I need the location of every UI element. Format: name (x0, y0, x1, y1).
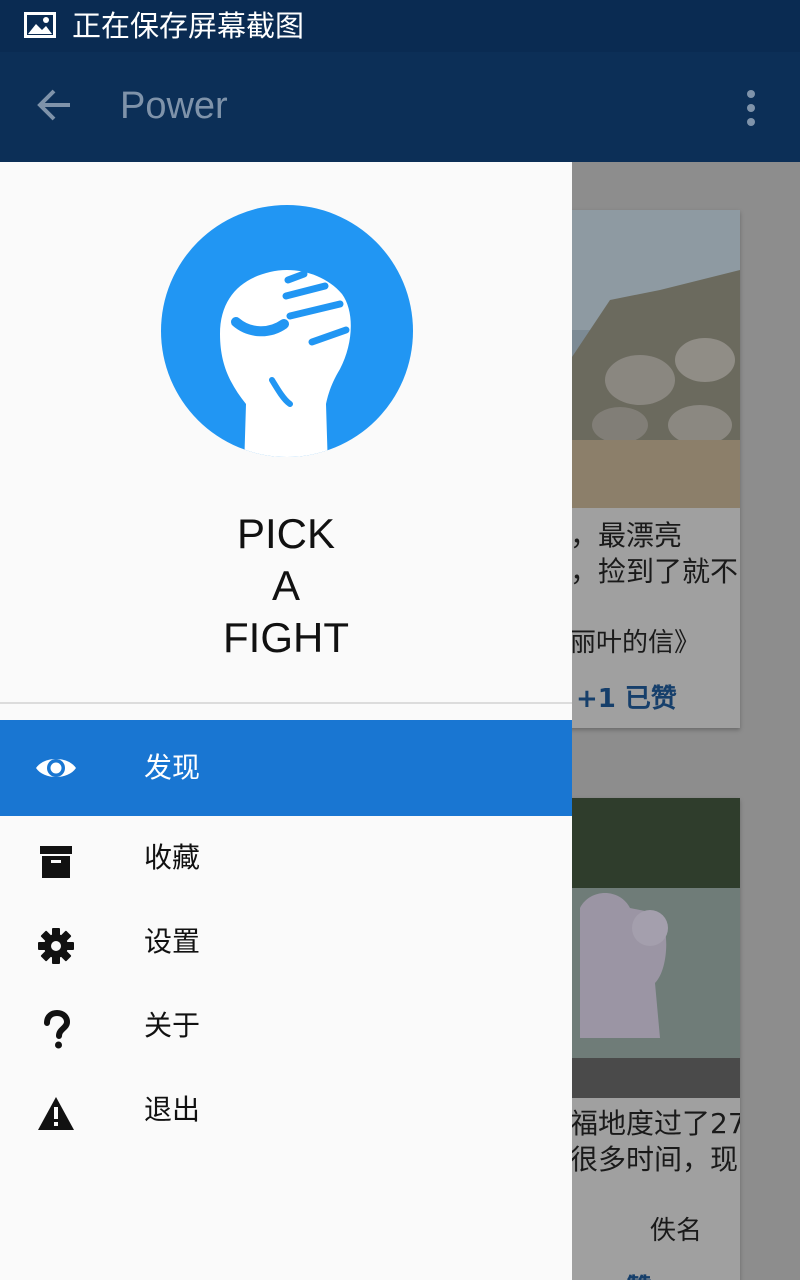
card-title: 福地度过了27 (570, 1107, 740, 1140)
divider (0, 702, 572, 704)
menu-item-discover[interactable]: 发现 (0, 720, 572, 816)
brand-name: PICK A FIGHT (0, 508, 572, 664)
brand-line: PICK (236, 510, 336, 557)
drawer-menu: 发现 收藏 设置 关于 退出 (0, 720, 572, 1152)
card-title: ，最漂亮 (570, 519, 683, 552)
more-vert-icon[interactable] (744, 88, 758, 128)
image-icon (24, 12, 56, 38)
menu-item-label: 关于 (144, 1009, 201, 1042)
archive-icon (40, 846, 72, 878)
eye-icon (36, 759, 76, 777)
raised-fist-icon (161, 205, 413, 457)
card-author: 佚名 (650, 1216, 703, 1246)
card-source: 丽叶的信》 (570, 628, 701, 658)
menu-item-label: 收藏 (144, 841, 201, 874)
menu-item-label: 发现 (144, 751, 201, 784)
app-bar: Power (0, 52, 800, 162)
card-title: ，捡到了就不 (570, 555, 739, 588)
menu-item-favorites[interactable]: 收藏 (0, 816, 572, 900)
arrow-back-icon[interactable] (36, 86, 74, 124)
like-count[interactable]: 赞 (626, 1268, 652, 1280)
menu-item-settings[interactable]: 设置 (0, 900, 572, 984)
app-title: Power (120, 85, 228, 127)
menu-item-label: 退出 (144, 1093, 201, 1126)
brand-line: A (271, 562, 300, 609)
warning-icon (38, 1097, 74, 1130)
status-bar: 正在保存屏幕截图 (0, 0, 800, 52)
like-count[interactable]: +1 已赞 (576, 678, 677, 715)
menu-item-logout[interactable]: 退出 (0, 1068, 572, 1152)
card-title: 很多时间，现 (570, 1143, 739, 1176)
menu-item-label: 设置 (144, 925, 201, 958)
gear-icon (38, 928, 74, 964)
menu-item-about[interactable]: 关于 (0, 984, 572, 1068)
navigation-drawer: PICK A FIGHT 发现 收藏 设置 关于 退出 (0, 162, 572, 1280)
brand-line: FIGHT (223, 614, 349, 661)
help-icon (44, 1009, 71, 1049)
status-text: 正在保存屏幕截图 (72, 9, 305, 43)
